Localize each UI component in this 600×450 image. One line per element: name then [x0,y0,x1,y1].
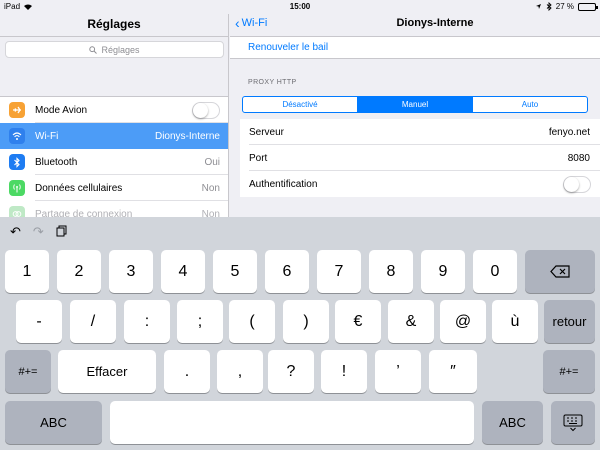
proxy-section-header: PROXY HTTP [248,79,297,86]
key-close-paren[interactable]: ) [283,300,329,343]
key-4[interactable]: 4 [161,250,205,293]
airplane-mode-toggle[interactable] [192,101,220,119]
back-label: Wi-Fi [241,17,268,29]
space-bar[interactable] [110,401,474,444]
key-7[interactable]: 7 [317,250,361,293]
key-double-quote[interactable]: ″ [429,350,477,393]
page-title: Réglages [87,17,141,31]
nav-divider [0,36,228,37]
redo-icon[interactable]: ↷ [33,224,44,240]
key-5[interactable]: 5 [213,250,257,293]
bluetooth-icon [9,154,25,170]
symbols-shift-key-right[interactable]: #+= [543,350,595,393]
key-at[interactable]: @ [440,300,486,343]
key-8[interactable]: 8 [369,250,413,293]
abc-key-left[interactable]: ABC [5,401,102,444]
key-2[interactable]: 2 [57,250,101,293]
chevron-left-icon: ‹ [235,15,240,31]
paste-icon[interactable] [56,225,67,240]
clear-key[interactable]: Effacer [58,350,156,393]
proxy-mode-segmented-control: Désactivé Manuel Auto [242,96,588,113]
settings-item-label: Données cellulaires [35,182,123,194]
key-1[interactable]: 1 [5,250,49,293]
proxy-server-label: Serveur [249,126,285,138]
onscreen-keyboard: ↶ ↷ 1 2 3 4 5 6 7 8 9 0 - / : ; ( ) € & … [0,217,600,450]
proxy-port-label: Port [249,152,268,164]
settings-item-value: Non [201,182,220,194]
proxy-port-row[interactable]: Port 8080 [240,145,600,171]
toggle-knob [193,102,208,118]
key-semicolon[interactable]: ; [177,300,223,343]
key-question[interactable]: ? [268,350,314,393]
delete-key[interactable] [525,250,595,293]
settings-item-label: Wi-Fi [35,130,59,142]
location-arrow-icon [535,4,541,9]
key-0[interactable]: 0 [473,250,517,293]
cellular-antenna-icon [9,180,25,196]
settings-item-label: Mode Avion [35,104,88,116]
detail-title: Dionys-Interne [396,17,474,29]
search-placeholder: Réglages [101,44,140,55]
hotspot-icon [9,206,25,217]
key-exclamation[interactable]: ! [321,350,367,393]
proxy-authentication-row[interactable]: Authentification [240,171,600,197]
status-time: 15:00 [289,2,311,11]
segment-auto[interactable]: Auto [472,97,587,112]
battery-icon [578,2,598,11]
key-9[interactable]: 9 [421,250,465,293]
proxy-fields-list: Serveur fenyo.net Port 8080 Authentifica… [240,119,600,197]
segment-manual[interactable]: Manuel [357,97,472,112]
key-comma[interactable]: , [217,350,263,393]
proxy-server-row[interactable]: Serveur fenyo.net [240,119,600,145]
settings-item-label: Bluetooth [35,156,78,168]
abc-key-right[interactable]: ABC [482,401,543,444]
symbols-shift-key-left[interactable]: #+= [5,350,51,393]
settings-item-label: Partage de connexion [35,208,133,218]
settings-item-value: Oui [204,156,220,168]
key-colon[interactable]: : [124,300,170,343]
back-button[interactable]: ‹ Wi-Fi [235,15,268,31]
settings-item-value: Non [201,208,220,218]
settings-master-pane: Réglages Réglages Mode Avion Wi-Fi Diony… [0,14,229,217]
keyboard-shortcut-bar: ↶ ↷ [10,224,67,240]
settings-item-bluetooth[interactable]: Bluetooth Oui [0,149,228,175]
proxy-authentication-label: Authentification [249,178,318,190]
toggle-knob [564,176,579,192]
settings-item-airplane-mode[interactable]: Mode Avion [0,97,228,123]
key-u-grave[interactable]: ù [492,300,538,343]
battery-percent: 27 % [555,2,574,11]
settings-item-cellular-data[interactable]: Données cellulaires Non [0,175,228,201]
search-icon [89,45,98,54]
authentication-toggle[interactable] [563,175,591,193]
wifi-detail-pane: ‹ Wi-Fi Dionys-Interne Renouveler le bai… [230,14,600,217]
key-open-paren[interactable]: ( [229,300,275,343]
segment-off[interactable]: Désactivé [243,97,357,112]
key-euro[interactable]: € [335,300,381,343]
key-apostrophe[interactable]: ’ [375,350,421,393]
key-6[interactable]: 6 [265,250,309,293]
bluetooth-status-icon [546,2,552,11]
dismiss-keyboard-key[interactable] [551,401,595,444]
key-period[interactable]: . [164,350,210,393]
status-bar: iPad 15:00 27 % [0,0,600,14]
keyboard-dismiss-icon [563,414,583,431]
key-ampersand[interactable]: & [388,300,434,343]
settings-item-value: Dionys-Interne [154,130,220,142]
key-slash[interactable]: / [70,300,116,343]
proxy-server-field[interactable]: fenyo.net [549,127,590,138]
settings-list: Mode Avion Wi-Fi Dionys-Interne Bluetoot… [0,96,228,218]
return-key[interactable]: retour [544,300,595,343]
renew-lease-button[interactable]: Renouveler le bail [230,37,600,59]
key-3[interactable]: 3 [109,250,153,293]
search-input[interactable]: Réglages [5,41,224,58]
undo-icon[interactable]: ↶ [10,224,21,240]
settings-item-personal-hotspot[interactable]: Partage de connexion Non [0,201,228,218]
proxy-port-field[interactable]: 8080 [568,153,590,164]
backspace-icon [550,265,570,278]
airplane-icon [9,102,25,118]
wifi-icon [9,128,25,144]
key-hyphen[interactable]: - [16,300,62,343]
settings-item-wifi[interactable]: Wi-Fi Dionys-Interne [0,123,228,149]
